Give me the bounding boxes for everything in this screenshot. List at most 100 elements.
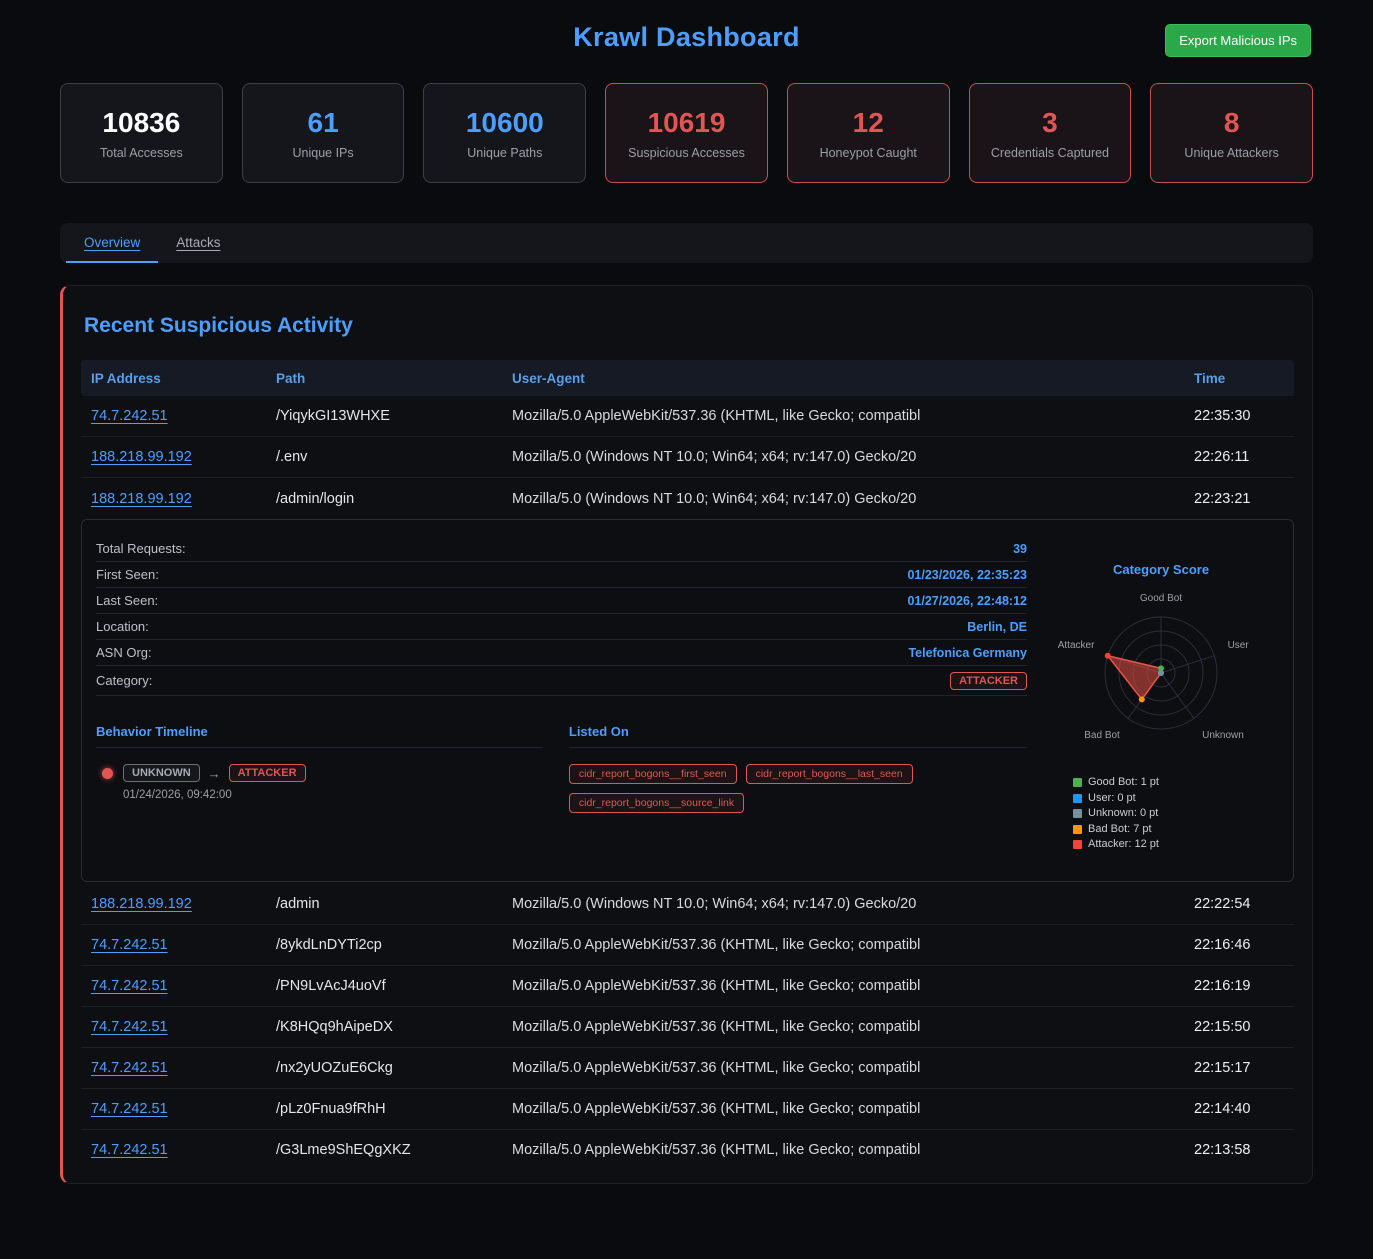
ip-link[interactable]: 74.7.242.51 <box>91 408 168 424</box>
ip-link[interactable]: 74.7.242.51 <box>91 1060 168 1076</box>
table-row[interactable]: 188.218.99.192/adminMozilla/5.0 (Windows… <box>81 884 1294 925</box>
user-agent-cell: Mozilla/5.0 AppleWebKit/537.36 (KHTML, l… <box>502 1142 1184 1158</box>
legend-item: Good Bot: 1 pt <box>1073 775 1159 791</box>
timeline-from-badge: UNKNOWN <box>123 764 200 782</box>
krawl-dashboard-page: Krawl Dashboard Export Malicious IPs 108… <box>0 0 1373 1259</box>
field-label: Total Requests: <box>96 541 186 556</box>
legend-item: Attacker: 12 pt <box>1073 837 1159 853</box>
ip-link[interactable]: 188.218.99.192 <box>91 896 192 912</box>
legend-label: Attacker: 12 pt <box>1088 837 1159 853</box>
header: Krawl Dashboard <box>60 0 1313 71</box>
time-cell: 22:35:30 <box>1184 408 1294 424</box>
table-row[interactable]: 74.7.242.51/YiqykGI13WHXEMozilla/5.0 App… <box>81 396 1294 437</box>
path-cell: /nx2yUOZuE6Ckg <box>266 1060 502 1076</box>
path-cell: /pLz0Fnua9fRhH <box>266 1101 502 1117</box>
detail-field-row: Last Seen:01/27/2026, 22:48:12 <box>96 588 1027 614</box>
user-agent-cell: Mozilla/5.0 AppleWebKit/537.36 (KHTML, l… <box>502 1101 1184 1117</box>
stat-value: 8 <box>1224 107 1240 139</box>
path-cell: /PN9LvAcJ4uoVf <box>266 978 502 994</box>
time-cell: 22:26:11 <box>1184 449 1294 465</box>
path-cell: /K8HQq9hAipeDX <box>266 1019 502 1035</box>
legend-label: Unknown: 0 pt <box>1088 806 1158 822</box>
table-row[interactable]: 74.7.242.51/8ykdLnDYTi2cpMozilla/5.0 App… <box>81 925 1294 966</box>
legend-swatch-icon <box>1073 825 1082 834</box>
stat-card: 61 Unique IPs <box>242 83 405 183</box>
table-row[interactable]: 188.218.99.192/admin/loginMozilla/5.0 (W… <box>81 478 1294 519</box>
time-cell: 22:16:46 <box>1184 937 1294 953</box>
export-malicious-ips-button[interactable]: Export Malicious IPs <box>1165 24 1311 57</box>
listed-on-title: Listed On <box>569 724 1027 748</box>
stats-row: 10836 Total Accesses 61 Unique IPs 10600 Uniq… <box>60 83 1313 183</box>
section-title: Recent Suspicious Activity <box>84 314 1294 338</box>
legend-label: Bad Bot: 7 pt <box>1088 822 1152 838</box>
user-agent-cell: Mozilla/5.0 (Windows NT 10.0; Win64; x64… <box>502 491 1184 507</box>
timeline-item: UNKNOWN → ATTACKER 01/24/2026, 09:42:00 <box>102 764 543 801</box>
time-cell: 22:13:58 <box>1184 1142 1294 1158</box>
user-agent-cell: Mozilla/5.0 AppleWebKit/537.36 (KHTML, l… <box>502 978 1184 994</box>
time-cell: 22:16:19 <box>1184 978 1294 994</box>
ip-detail-fields: Total Requests:39First Seen:01/23/2026, … <box>96 536 1027 853</box>
tab-attacks[interactable]: Attacks <box>158 223 238 263</box>
radar-axis-label: Bad Bot <box>1084 730 1120 741</box>
tab-overview[interactable]: Overview <box>66 223 158 263</box>
ip-link[interactable]: 74.7.242.51 <box>91 937 168 953</box>
table-header-row: IP AddressPathUser-AgentTime <box>81 360 1294 396</box>
stat-label: Unique Paths <box>467 146 542 160</box>
legend-swatch-icon <box>1073 840 1082 849</box>
ip-link[interactable]: 74.7.242.51 <box>91 978 168 994</box>
radar-axis-label: Attacker <box>1058 640 1095 651</box>
user-agent-cell: Mozilla/5.0 (Windows NT 10.0; Win64; x64… <box>502 449 1184 465</box>
category-badge: ATTACKER <box>950 672 1027 690</box>
ip-link[interactable]: 74.7.242.51 <box>91 1019 168 1035</box>
legend-item: User: 0 pt <box>1073 791 1159 807</box>
stat-label: Unique IPs <box>293 146 354 160</box>
detail-field-row: First Seen:01/23/2026, 22:35:23 <box>96 562 1027 588</box>
path-cell: /YiqykGI13WHXE <box>266 408 502 424</box>
user-agent-cell: Mozilla/5.0 AppleWebKit/537.36 (KHTML, l… <box>502 937 1184 953</box>
timeline-to-badge: ATTACKER <box>229 764 306 782</box>
stat-value: 10619 <box>648 107 726 139</box>
stat-label: Credentials Captured <box>991 146 1109 160</box>
ip-link[interactable]: 188.218.99.192 <box>91 491 192 507</box>
legend-swatch-icon <box>1073 809 1082 818</box>
table-rows-before-detail: 74.7.242.51/YiqykGI13WHXEMozilla/5.0 App… <box>81 396 1294 519</box>
column-header-ua: User-Agent <box>502 371 1184 386</box>
category-field-row: Category: ATTACKER <box>96 666 1027 696</box>
ip-link[interactable]: 74.7.242.51 <box>91 1101 168 1117</box>
page-title: Krawl Dashboard <box>60 22 1313 53</box>
table-row[interactable]: 74.7.242.51/pLz0Fnua9fRhHMozilla/5.0 App… <box>81 1089 1294 1130</box>
radar-axis-label: Unknown <box>1202 730 1244 741</box>
field-value: 01/27/2026, 22:48:12 <box>907 594 1027 608</box>
radar-axis-label: Good Bot <box>1140 593 1182 604</box>
blocklist-badge: cidr_report_bogons__last_seen <box>746 764 913 784</box>
behavior-timeline-title: Behavior Timeline <box>96 724 543 748</box>
table-row[interactable]: 74.7.242.51/K8HQq9hAipeDXMozilla/5.0 App… <box>81 1007 1294 1048</box>
stat-value: 61 <box>308 107 339 139</box>
stat-card: 10600 Unique Paths <box>423 83 586 183</box>
ip-link[interactable]: 74.7.242.51 <box>91 1142 168 1158</box>
listed-on-section: Listed On cidr_report_bogons__first_seen… <box>569 724 1027 813</box>
stat-value: 10836 <box>102 107 180 139</box>
radar-legend: Good Bot: 1 ptUser: 0 ptUnknown: 0 ptBad… <box>1073 775 1159 853</box>
table-row[interactable]: 74.7.242.51/G3Lme9ShEQgXKZMozilla/5.0 Ap… <box>81 1130 1294 1171</box>
timeline-timestamp: 01/24/2026, 09:42:00 <box>123 789 306 801</box>
ip-link[interactable]: 188.218.99.192 <box>91 449 192 465</box>
stat-value: 10600 <box>466 107 544 139</box>
column-header-time: Time <box>1184 371 1294 386</box>
table-row[interactable]: 74.7.242.51/PN9LvAcJ4uoVfMozilla/5.0 App… <box>81 966 1294 1007</box>
time-cell: 22:15:17 <box>1184 1060 1294 1076</box>
arrow-right-icon: → <box>208 766 221 781</box>
field-label: Location: <box>96 619 149 634</box>
table-row[interactable]: 74.7.242.51/nx2yUOZuE6CkgMozilla/5.0 App… <box>81 1048 1294 1089</box>
radar-axis-label: User <box>1228 640 1250 651</box>
stat-card: 3Credentials Captured <box>969 83 1132 183</box>
time-cell: 22:15:50 <box>1184 1019 1294 1035</box>
stat-value: 12 <box>853 107 884 139</box>
legend-swatch-icon <box>1073 778 1082 787</box>
field-label: First Seen: <box>96 567 159 582</box>
stat-card: 10836 Total Accesses <box>60 83 223 183</box>
column-header-path: Path <box>266 371 502 386</box>
table-row[interactable]: 188.218.99.192/.envMozilla/5.0 (Windows … <box>81 437 1294 478</box>
stat-label: Total Accesses <box>100 146 183 160</box>
detail-field-row: Total Requests:39 <box>96 536 1027 562</box>
